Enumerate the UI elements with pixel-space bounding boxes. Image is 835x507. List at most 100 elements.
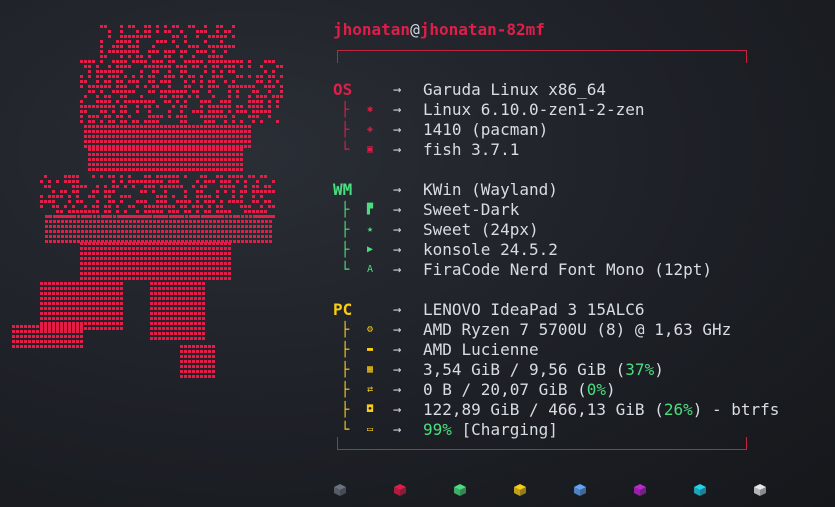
logo-pixel — [113, 235, 116, 238]
logo-pixel — [124, 267, 127, 270]
logo-pixel — [190, 337, 193, 340]
logo-pixel — [257, 220, 260, 223]
terminal-window[interactable]: jhonatan@jhonatan-82mf OS → Garuda Linux… — [0, 0, 835, 507]
logo-pixel — [40, 195, 43, 198]
logo-pixel — [166, 282, 169, 285]
logo-pixel — [80, 345, 83, 348]
logo-pixel — [172, 148, 175, 151]
logo-pixel — [228, 262, 231, 265]
logo-pixel — [112, 262, 115, 265]
logo-pixel — [276, 95, 279, 98]
logo-pixel — [244, 210, 247, 213]
logo-pixel — [220, 175, 223, 178]
logo-pixel — [192, 55, 195, 58]
logo-pixel — [80, 200, 83, 203]
logo-pixel — [132, 262, 135, 265]
logo-pixel — [128, 65, 131, 68]
logo-pixel — [280, 65, 283, 68]
logo-pixel — [48, 297, 51, 300]
logo-pixel — [272, 70, 275, 73]
logo-pixel — [128, 40, 131, 43]
logo-pixel — [189, 215, 192, 218]
logo-pixel — [160, 252, 163, 255]
logo-pixel — [198, 302, 201, 305]
logo-pixel — [224, 65, 227, 68]
logo-pixel — [68, 345, 71, 348]
logo-pixel — [260, 65, 263, 68]
logo-pixel — [116, 50, 119, 53]
logo-pixel — [100, 163, 103, 166]
logo-pixel — [108, 272, 111, 275]
logo-pixel — [109, 220, 112, 223]
logo-pixel — [104, 148, 107, 151]
logo-pixel — [268, 205, 271, 208]
logo-pixel — [48, 335, 51, 338]
logo-pixel — [200, 345, 203, 348]
logo-pixel — [261, 230, 264, 233]
logo-pixel — [212, 163, 215, 166]
logo-pixel — [105, 235, 108, 238]
logo-pixel — [198, 307, 201, 310]
logo-pixel — [144, 175, 147, 178]
logo-pixel — [264, 175, 267, 178]
logo-pixel — [92, 85, 95, 88]
logo-pixel — [112, 140, 115, 143]
logo-pixel — [120, 125, 123, 128]
logo-pixel — [208, 110, 211, 113]
logo-pixel — [92, 252, 95, 255]
logo-pixel — [158, 322, 161, 325]
logo-pixel — [64, 340, 67, 343]
logo-pixel — [162, 282, 165, 285]
logo-pixel — [116, 148, 119, 151]
logo-pixel — [158, 317, 161, 320]
logo-pixel — [240, 205, 243, 208]
logo-pixel — [188, 267, 191, 270]
logo-pixel — [164, 163, 167, 166]
logo-pixel — [144, 205, 147, 208]
logo-pixel — [172, 35, 175, 38]
logo-pixel — [120, 45, 123, 48]
logo-pixel — [40, 312, 43, 315]
logo-pixel — [186, 302, 189, 305]
logo-pixel — [84, 312, 87, 315]
logo-pixel — [198, 337, 201, 340]
logo-pixel — [116, 130, 119, 133]
logo-pixel — [44, 297, 47, 300]
logo-pixel — [152, 190, 155, 193]
logo-pixel — [180, 30, 183, 33]
logo-pixel — [220, 55, 223, 58]
logo-pixel — [180, 120, 183, 123]
logo-pixel — [252, 200, 255, 203]
logo-pixel — [40, 325, 43, 328]
logo-pixel — [150, 282, 153, 285]
logo-pixel — [180, 70, 183, 73]
logo-pixel — [168, 242, 171, 245]
logo-pixel — [168, 100, 171, 103]
logo-pixel — [108, 195, 111, 198]
logo-pixel — [170, 302, 173, 305]
logo-pixel — [124, 153, 127, 156]
logo-pixel — [180, 168, 183, 171]
logo-pixel — [96, 205, 99, 208]
logo-pixel — [157, 215, 160, 218]
logo-pixel — [240, 158, 243, 161]
logo-pixel — [77, 230, 80, 233]
logo-pixel — [260, 190, 263, 193]
logo-pixel — [212, 350, 215, 353]
logo-pixel — [200, 125, 203, 128]
cpu-value: AMD Ryzen 7 5700U (8) @ 1,63 GHz — [423, 320, 732, 339]
logo-pixel — [165, 225, 168, 228]
logo-pixel — [180, 130, 183, 133]
logo-pixel — [136, 50, 139, 53]
logo-pixel — [104, 110, 107, 113]
logo-pixel — [200, 80, 203, 83]
logo-pixel — [208, 180, 211, 183]
logo-pixel — [184, 135, 187, 138]
logo-pixel — [164, 80, 167, 83]
logo-pixel — [220, 100, 223, 103]
logo-pixel — [104, 185, 107, 188]
logo-pixel — [193, 225, 196, 228]
logo-pixel — [160, 148, 163, 151]
logo-pixel — [104, 190, 107, 193]
logo-pixel — [64, 292, 67, 295]
